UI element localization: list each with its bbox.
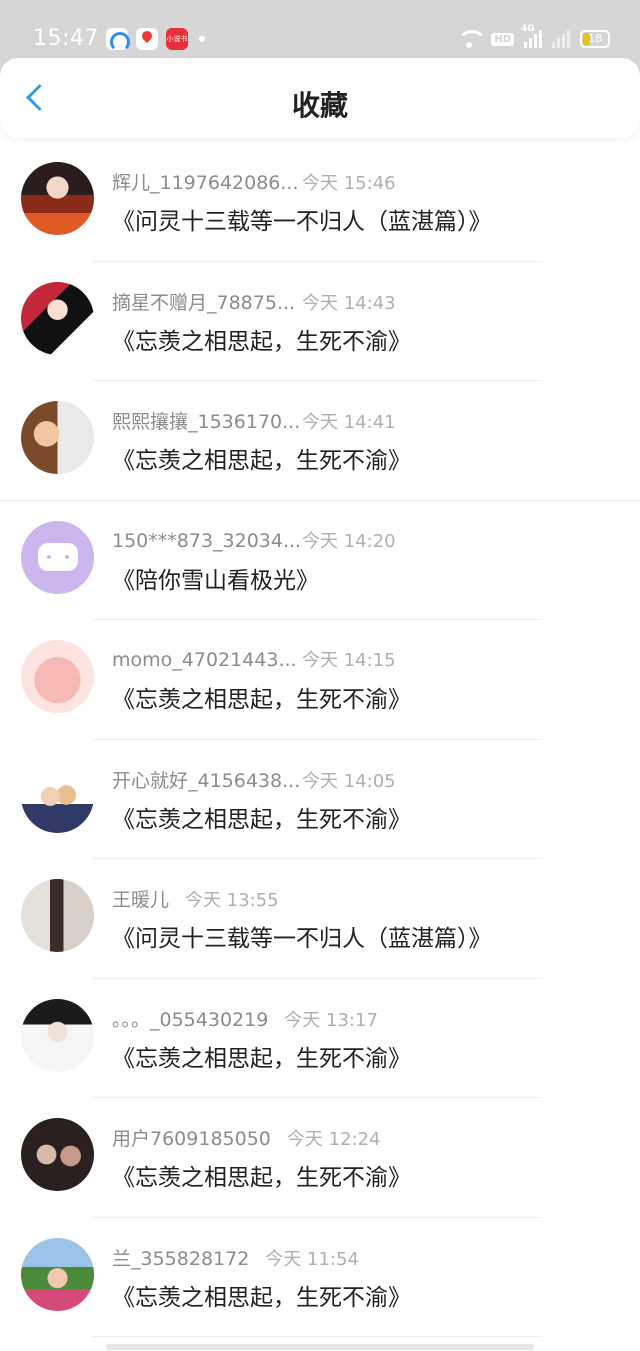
- scroll-indicator: [106, 1344, 534, 1350]
- nav-bar: 收藏: [0, 58, 640, 138]
- username: 熙熙攘攘_1536170...: [112, 411, 301, 433]
- avatar[interactable]: [21, 162, 94, 235]
- map-icon: [136, 28, 158, 50]
- timestamp: 今天 11:54: [265, 1248, 359, 1270]
- network-type-label: 4G: [521, 24, 535, 34]
- wifi-icon: [457, 30, 488, 48]
- avatar[interactable]: [21, 1118, 94, 1191]
- avatar[interactable]: [21, 281, 94, 355]
- list-item[interactable]: 150***873_32034...今天 14:20 《陪你雪山看极光》: [0, 501, 640, 620]
- username: 。。。_055430219: [112, 1008, 269, 1031]
- timestamp: 今天 14:05: [302, 770, 396, 792]
- username: 王暖儿: [112, 889, 170, 911]
- work-title: 《问灵十三载等一不归人（蓝湛篇）》: [112, 209, 492, 235]
- timestamp: 今天 13:17: [284, 1009, 378, 1031]
- list-item[interactable]: 兰_355828172 今天 11:54 《忘羡之相思起，生死不渝》: [0, 1218, 640, 1337]
- username: 用户7609185050: [112, 1128, 271, 1150]
- username: 辉儿_1197642086...: [112, 172, 299, 194]
- work-title: 《问灵十三载等一不归人（蓝湛篇）》: [112, 926, 492, 952]
- list-item[interactable]: 开心就好_4156438...今天 14:05 《忘羡之相思起，生死不渝》: [0, 740, 640, 859]
- work-title: 《忘羡之相思起，生死不渝》: [112, 1045, 411, 1072]
- system-icons: HD 4G 18: [457, 24, 610, 50]
- page-title: 收藏: [291, 89, 348, 122]
- timestamp: 今天 14:43: [302, 292, 396, 314]
- list-item[interactable]: 用户7609185050 今天 12:24 《忘羡之相思起，生死不渝》: [0, 1098, 640, 1218]
- list-item[interactable]: momo_47021443... 今天 14:15 《忘羡之相思起，生死不渝》: [0, 620, 640, 740]
- work-title: 《陪你雪山看极光》: [112, 567, 319, 594]
- divider: [92, 1336, 542, 1337]
- username: 开心就好_4156438...: [112, 769, 301, 792]
- avatar[interactable]: [21, 640, 94, 713]
- list-item[interactable]: 辉儿_1197642086... 今天 15:46 《问灵十三载等一不归人（蓝湛篇…: [0, 142, 640, 262]
- notification-dot-icon: [199, 36, 205, 42]
- list-item[interactable]: 。。。_055430219 今天 13:17 《忘羡之相思起，生死不渝》: [0, 979, 640, 1098]
- cellular-signal-2-icon: [552, 30, 570, 48]
- avatar[interactable]: [21, 1237, 94, 1311]
- cellular-signal-icon: 4G: [521, 24, 542, 48]
- username: 兰_355828172: [112, 1247, 250, 1270]
- work-title: 《忘羡之相思起，生死不渝》: [112, 1284, 411, 1311]
- battery-icon: 18: [580, 30, 610, 48]
- work-title: 《忘羡之相思起，生死不渝》: [112, 448, 411, 474]
- favorites-list: 辉儿_1197642086... 今天 15:46 《问灵十三载等一不归人（蓝湛篇…: [0, 142, 640, 1337]
- work-title: 《忘羡之相思起，生死不渝》: [112, 328, 411, 355]
- username: 摘星不赠月_78875...: [112, 291, 296, 314]
- avatar[interactable]: [21, 759, 94, 833]
- chat-bubble-avatar[interactable]: [21, 520, 94, 594]
- work-title: 《忘羡之相思起，生死不渝》: [112, 806, 411, 833]
- avatar[interactable]: [21, 998, 94, 1072]
- timestamp: 今天 14:20: [302, 530, 396, 552]
- timestamp: 今天 15:46: [302, 173, 396, 194]
- work-title: 《忘羡之相思起，生死不渝》: [112, 687, 411, 713]
- username: momo_47021443...: [112, 649, 297, 671]
- username: 150***873_32034...: [112, 529, 302, 552]
- list-item[interactable]: 熙熙攘攘_1536170...今天 14:41 《忘羡之相思起，生死不渝》: [0, 381, 640, 501]
- timestamp: 今天 14:15: [302, 650, 396, 671]
- list-item[interactable]: 摘星不赠月_78875... 今天 14:43 《忘羡之相思起，生死不渝》: [0, 262, 640, 381]
- avatar[interactable]: [21, 401, 94, 474]
- hd-badge: HD: [491, 32, 514, 46]
- work-title: 《忘羡之相思起，生死不渝》: [112, 1165, 411, 1191]
- novel-app-icon: 小说书: [166, 28, 188, 50]
- timestamp: 今天 14:41: [302, 412, 396, 433]
- battery-percent: 18: [588, 32, 602, 45]
- avatar[interactable]: [21, 879, 94, 952]
- timestamp: 今天 12:24: [286, 1129, 381, 1150]
- list-item[interactable]: 王暖儿 今天 13:55 《问灵十三载等一不归人（蓝湛篇）》: [0, 859, 640, 979]
- status-time: 15:47: [33, 26, 99, 51]
- timestamp: 今天 13:55: [185, 890, 279, 911]
- browser-icon: [106, 28, 130, 52]
